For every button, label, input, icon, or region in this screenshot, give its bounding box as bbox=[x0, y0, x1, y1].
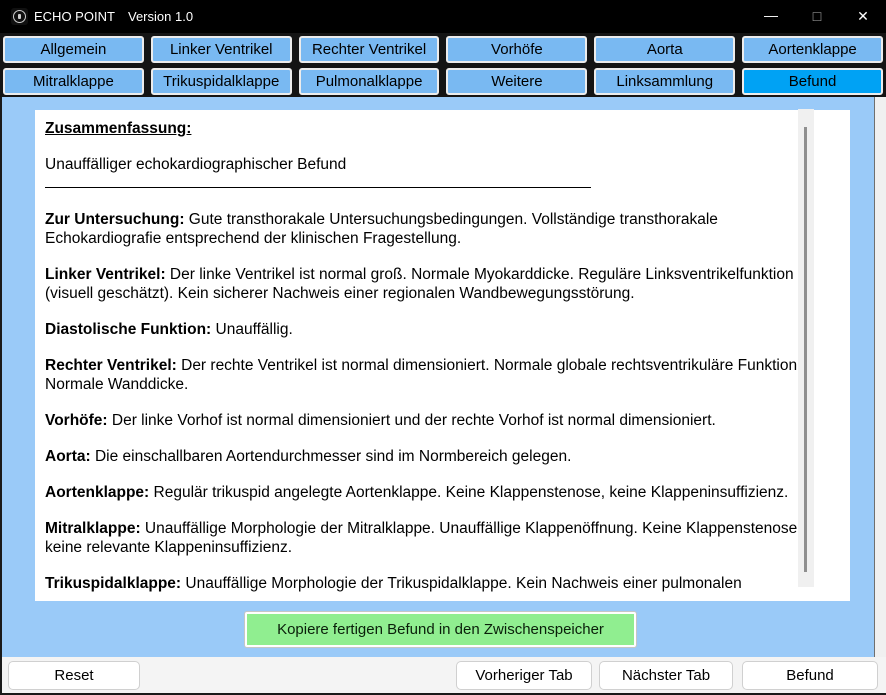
app-title: ECHO POINT bbox=[34, 0, 115, 33]
report-paragraph: Rechter Ventrikel: Der rechte Ventrikel … bbox=[45, 356, 820, 394]
report-paragraph: Unauffälliger echokardiographischer Befu… bbox=[45, 155, 820, 174]
report-paragraph: Linker Ventrikel: Der linke Ventrikel is… bbox=[45, 265, 820, 303]
report-scrollbar[interactable] bbox=[798, 109, 814, 587]
app-window: ECHO POINT Version 1.0 — ☐ ✕ Allgemein Li… bbox=[0, 0, 886, 695]
report-paragraph: Vorhöfe: Der linke Vorhof ist normal dim… bbox=[45, 411, 820, 430]
maximize-icon: ☐ bbox=[812, 10, 823, 24]
tab-mitralklappe[interactable]: Mitralklappe bbox=[3, 68, 144, 95]
tab-allgemein[interactable]: Allgemein bbox=[3, 36, 144, 63]
app-logo-icon bbox=[11, 8, 28, 25]
reset-button[interactable]: Reset bbox=[8, 661, 140, 690]
tab-row-1: Allgemein Linker Ventrikel Rechter Ventrik… bbox=[3, 36, 883, 63]
tab-row-2: Mitralklappe Trikuspidalklappe Pulmonalkla… bbox=[3, 68, 883, 95]
tab-befund[interactable]: Befund bbox=[742, 68, 883, 95]
close-icon: ✕ bbox=[857, 8, 869, 25]
minimize-button[interactable]: — bbox=[748, 0, 794, 33]
tab-linker-ventrikel[interactable]: Linker Ventrikel bbox=[151, 36, 292, 63]
window-controls: — ☐ ✕ bbox=[748, 0, 886, 33]
tab-vorhofe[interactable]: Vorhöfe bbox=[446, 36, 587, 63]
app-version: Version 1.0 bbox=[128, 0, 193, 33]
befund-button[interactable]: Befund bbox=[742, 661, 878, 690]
report-paragraph: Zur Untersuchung: Gute transthorakale Un… bbox=[45, 210, 820, 248]
tab-linksammlung[interactable]: Linksammlung bbox=[594, 68, 735, 95]
report-paragraph: Diastolische Funktion: Unauffällig. bbox=[45, 320, 820, 339]
titlebar: ECHO POINT Version 1.0 — ☐ ✕ bbox=[0, 0, 886, 33]
tab-rechter-ventrikel[interactable]: Rechter Ventrikel bbox=[299, 36, 440, 63]
minimize-icon: — bbox=[764, 7, 778, 23]
report-scrollbar-thumb[interactable] bbox=[804, 127, 807, 572]
report-paragraph: Mitralklappe: Unauffällige Morphologie d… bbox=[45, 519, 820, 557]
previous-tab-button[interactable]: Vorheriger Tab bbox=[456, 661, 592, 690]
copy-report-button[interactable]: Kopiere fertigen Befund in den Zwischens… bbox=[245, 612, 636, 647]
report-divider bbox=[45, 187, 591, 188]
close-button[interactable]: ✕ bbox=[840, 0, 886, 33]
report-textarea[interactable]: Zusammenfassung: Unauffälliger echokardio… bbox=[35, 110, 850, 601]
maximize-button[interactable]: ☐ bbox=[794, 0, 840, 33]
tab-aorta[interactable]: Aorta bbox=[594, 36, 735, 63]
tab-weitere[interactable]: Weitere bbox=[446, 68, 587, 95]
bottom-bar: Reset Vorheriger Tab Nächster Tab Befund bbox=[0, 657, 886, 695]
report-paragraph: Aorta: Die einschallbaren Aortendurchmes… bbox=[45, 447, 820, 466]
tab-bar: Allgemein Linker Ventrikel Rechter Ventrik… bbox=[0, 33, 886, 97]
main-panel: Zusammenfassung: Unauffälliger echokardio… bbox=[0, 97, 886, 657]
window-left-edge bbox=[0, 97, 2, 693]
report-paragraph: Trikuspidalklappe: Unauffällige Morpholo… bbox=[45, 574, 820, 593]
tab-pulmonalklappe[interactable]: Pulmonalklappe bbox=[299, 68, 440, 95]
tab-aortenklappe[interactable]: Aortenklappe bbox=[742, 36, 883, 63]
tab-trikuspidalklappe[interactable]: Trikuspidalklappe bbox=[151, 68, 292, 95]
report-paragraph: Zusammenfassung: bbox=[45, 119, 820, 138]
right-edge-gutter bbox=[874, 97, 886, 657]
next-tab-button[interactable]: Nächster Tab bbox=[599, 661, 733, 690]
report-paragraph: Aortenklappe: Regulär trikuspid angelegt… bbox=[45, 483, 820, 502]
